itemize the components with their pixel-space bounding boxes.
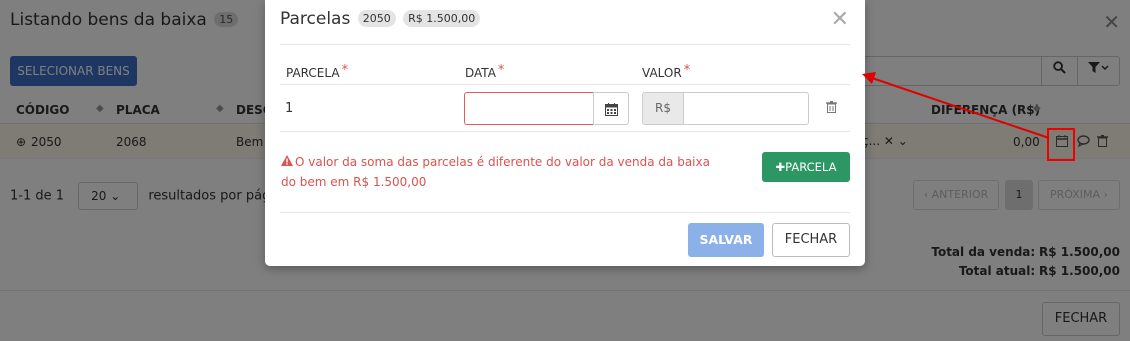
column-header-parcela: PARCELA * <box>286 63 348 80</box>
error-message: O valor da soma das parcelas é diferente… <box>281 152 711 192</box>
currency-addon: R$ <box>642 92 684 125</box>
code-badge: 2050 <box>357 10 396 27</box>
footer-divider <box>280 212 850 213</box>
date-input[interactable] <box>464 92 593 125</box>
value-input[interactable] <box>683 92 809 125</box>
error-message-text: O valor da soma das parcelas é diferente… <box>281 155 710 189</box>
warning-icon <box>281 152 293 172</box>
column-header-valor: VALOR * <box>642 63 690 80</box>
row-divider <box>280 131 850 132</box>
data-header-text: DATA <box>465 66 496 80</box>
required-mark: * <box>683 63 691 78</box>
valor-header-text: VALOR <box>642 66 682 80</box>
required-mark: * <box>341 63 349 78</box>
save-button[interactable]: SALVAR <box>688 223 764 257</box>
plus-icon: ✚ <box>775 160 786 174</box>
close-icon[interactable]: ✕ <box>831 8 849 32</box>
column-header-data: DATA * <box>465 63 504 80</box>
parcela-number: 1 <box>285 101 294 116</box>
trash-icon[interactable] <box>826 101 837 116</box>
table-header-divider <box>280 84 850 85</box>
value-badge: R$ 1.500,00 <box>403 10 481 27</box>
parcelas-modal: Parcelas 2050 R$ 1.500,00 ✕ PARCELA * DAT… <box>265 0 865 266</box>
add-parcela-button[interactable]: ✚PARCELA <box>762 152 850 182</box>
add-parcela-label: PARCELA <box>785 160 837 174</box>
header-divider <box>280 44 850 45</box>
parcela-header-text: PARCELA <box>286 66 340 80</box>
required-mark: * <box>497 63 505 78</box>
highlight-annotation-box <box>1047 128 1075 161</box>
calendar-button[interactable] <box>593 92 629 125</box>
modal-title: Parcelas 2050 R$ 1.500,00 <box>280 9 481 29</box>
close-button[interactable]: FECHAR <box>772 223 850 257</box>
modal-title-text: Parcelas <box>280 9 351 29</box>
